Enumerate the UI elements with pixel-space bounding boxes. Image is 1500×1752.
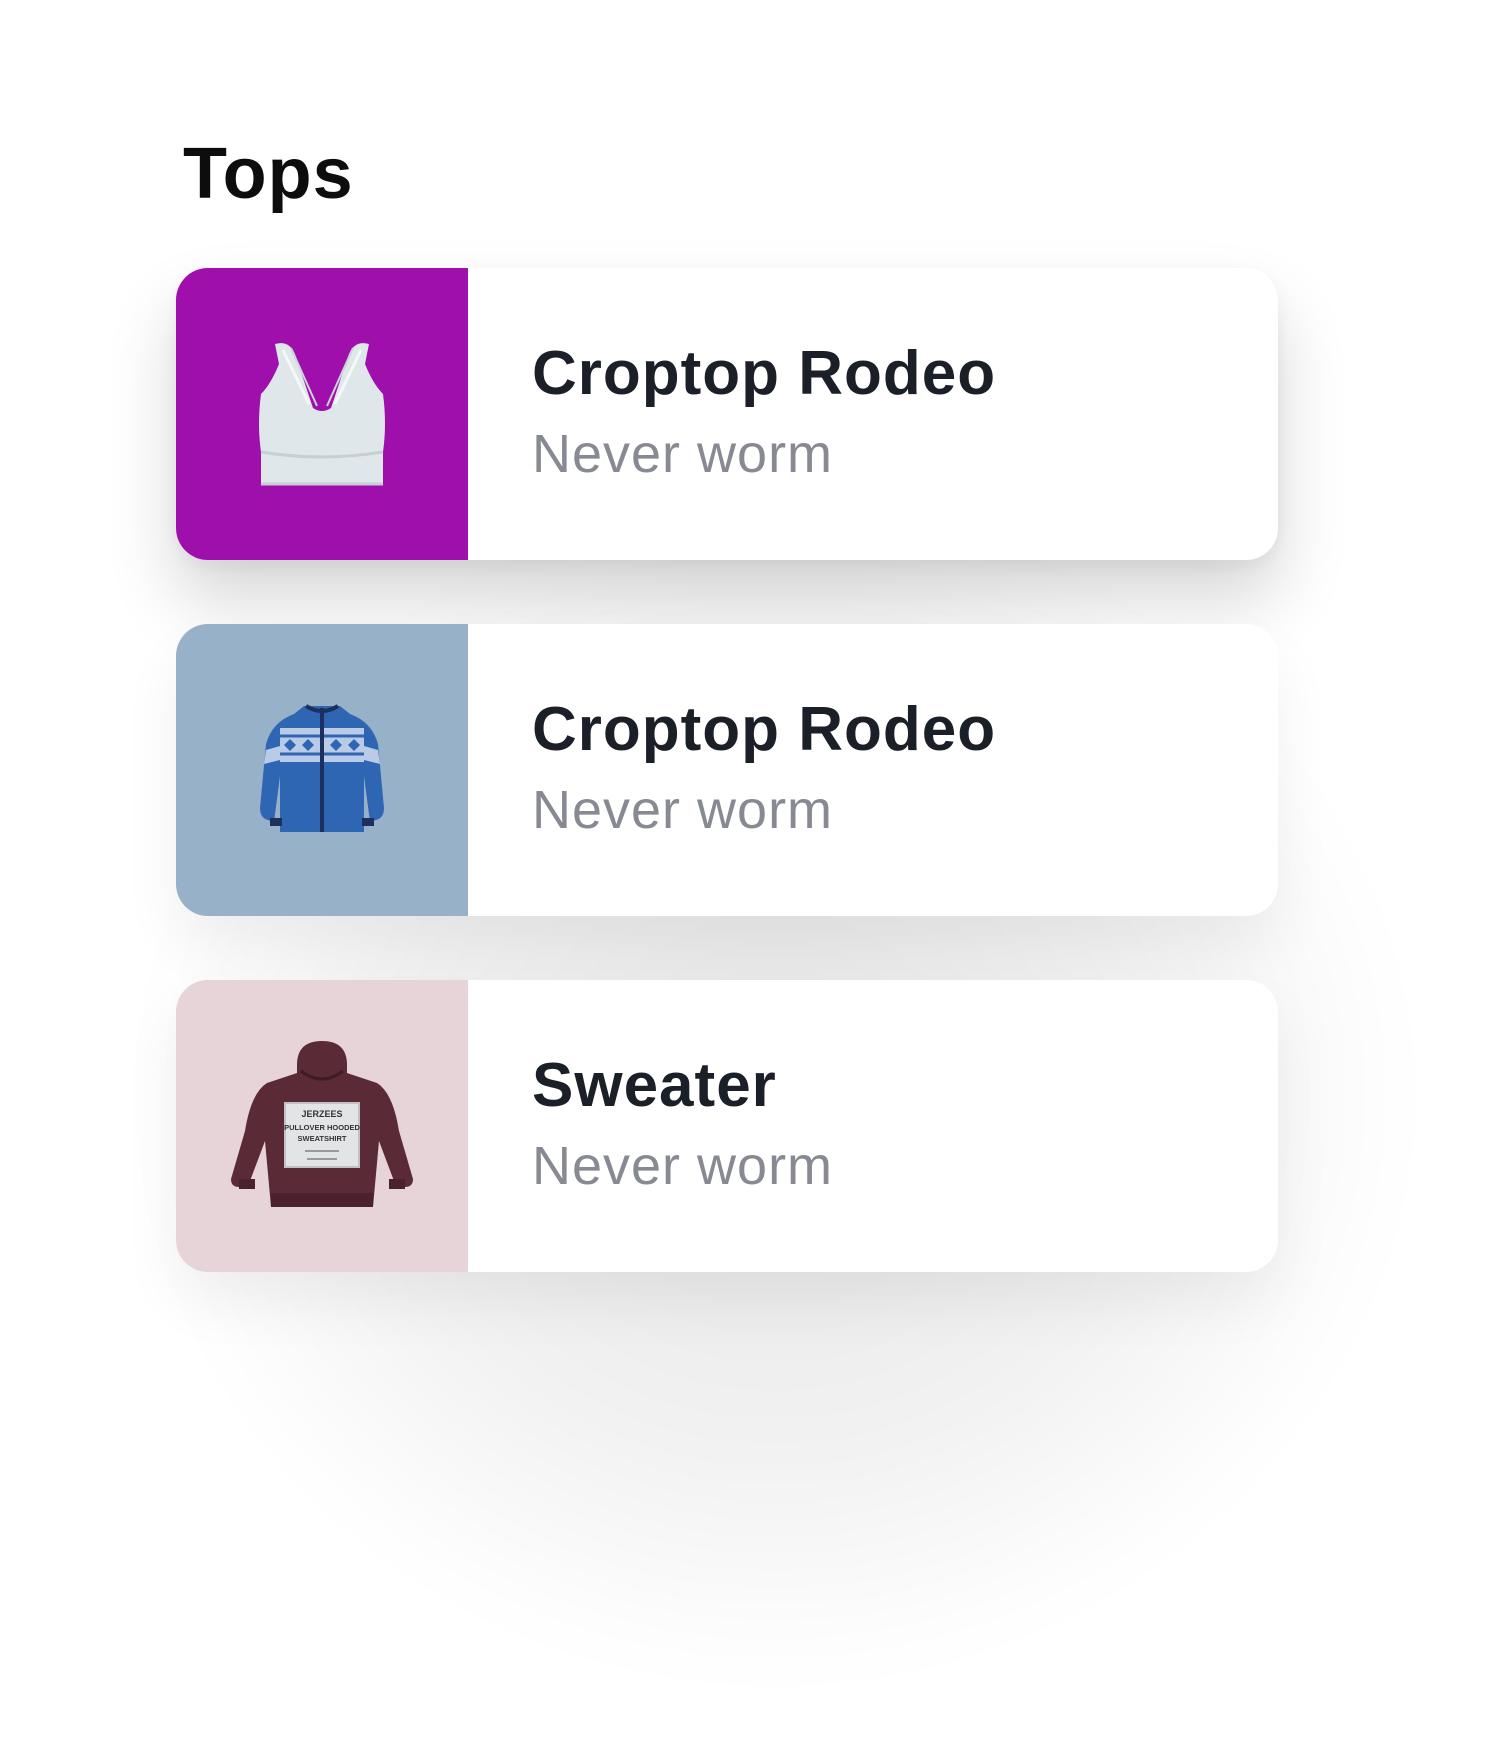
product-title: Croptop Rodeo bbox=[532, 695, 997, 764]
product-thumbnail bbox=[176, 624, 468, 916]
product-card[interactable]: Croptop Rodeo Never worm bbox=[176, 624, 1278, 916]
hoodie-icon: JERZEES PULLOVER HOODED SWEATSHIRT bbox=[231, 1041, 413, 1207]
svg-text:PULLOVER HOODED: PULLOVER HOODED bbox=[284, 1123, 360, 1132]
svg-text:SWEATSHIRT: SWEATSHIRT bbox=[297, 1134, 346, 1143]
product-title: Croptop Rodeo bbox=[532, 339, 997, 408]
product-info: Croptop Rodeo Never worm bbox=[468, 624, 996, 916]
product-subtitle: Never worm bbox=[532, 780, 834, 840]
fleece-jacket-icon bbox=[260, 704, 384, 832]
svg-text:JERZEES: JERZEES bbox=[301, 1109, 342, 1119]
product-card[interactable]: JERZEES PULLOVER HOODED SWEATSHIRT Sweat… bbox=[176, 980, 1278, 1272]
product-title: Sweater bbox=[532, 1051, 777, 1120]
product-info: Sweater Never worm bbox=[468, 980, 833, 1272]
sports-bra-icon bbox=[259, 343, 385, 486]
product-subtitle: Never worm bbox=[532, 1136, 834, 1196]
product-info: Croptop Rodeo Never worm bbox=[468, 268, 996, 560]
product-thumbnail: JERZEES PULLOVER HOODED SWEATSHIRT bbox=[176, 980, 468, 1272]
product-thumbnail bbox=[176, 268, 468, 560]
section-title: Tops bbox=[183, 134, 354, 214]
product-card[interactable]: Croptop Rodeo Never worm bbox=[176, 268, 1278, 560]
product-subtitle: Never worm bbox=[532, 424, 834, 484]
